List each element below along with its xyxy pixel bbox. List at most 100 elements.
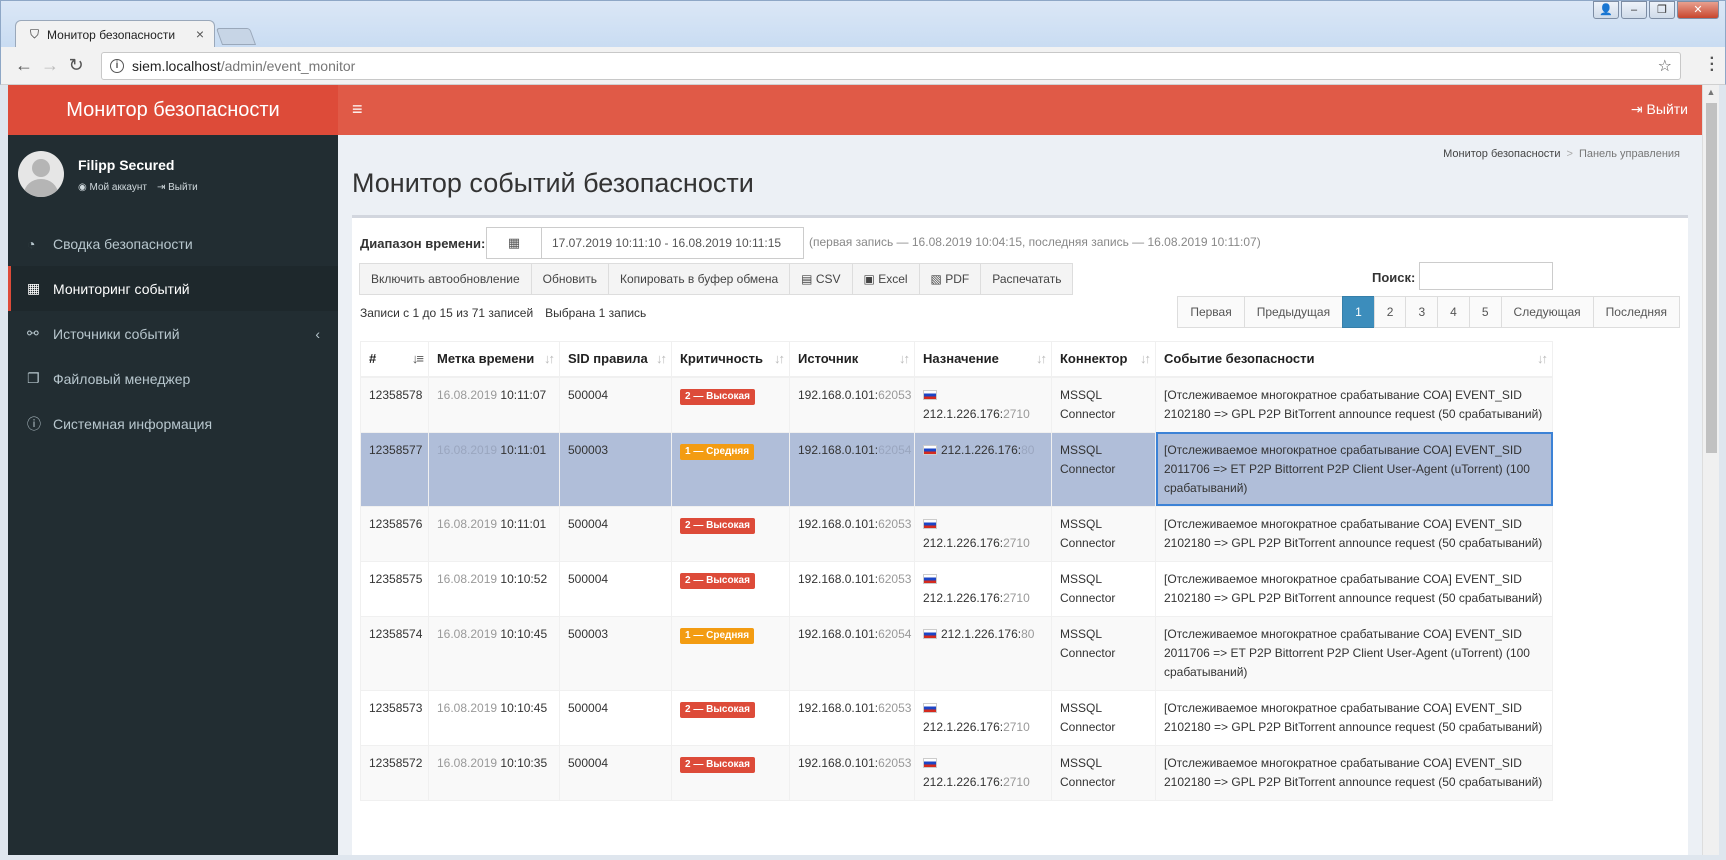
cell-id: 12358572 (360, 744, 429, 801)
records-count: Записи с 1 до 15 из 71 записей (360, 306, 534, 320)
cell-text: 12358575 (369, 571, 423, 586)
cell-text: 12358576 (369, 516, 423, 531)
browser-menu-icon[interactable]: · · · (1710, 51, 1715, 79)
copy-button[interactable]: Копировать в буфер обмена (607, 263, 791, 295)
bookmark-star-icon[interactable]: ☆ (1658, 56, 1672, 76)
sidebar-item-monitoring[interactable]: ▦ Мониторинг событий (8, 266, 338, 311)
cell-timestamp: 16.08.2019 10:11:07 (428, 376, 560, 433)
table-row[interactable]: 12358578 16.08.2019 10:11:07 500004 2 — Выс… (360, 376, 1553, 433)
sidebar-item-files[interactable]: ❐ Файловый менеджер (8, 356, 338, 401)
page-4[interactable]: 4 (1437, 296, 1470, 328)
sidebar-item-label: Системная информация (53, 415, 213, 432)
calendar-icon[interactable]: ▦ (486, 227, 542, 259)
refresh-button[interactable]: Обновить (530, 263, 609, 295)
sidebar-item-summary[interactable]: ◔ Сводка безопасности (8, 221, 338, 266)
page-last[interactable]: Последняя (1592, 296, 1680, 328)
window-controls: 👤 – ❐ ✕ (1593, 1, 1719, 19)
range-picker[interactable]: ▦ 17.07.2019 10:11:10 - 16.08.2019 10:11… (486, 227, 804, 259)
page-scrollbar[interactable]: ▲ (1702, 85, 1719, 855)
col-header-id[interactable]: # ↓≡ (360, 341, 429, 378)
col-header-sid[interactable]: SID правила ↓↑ (559, 341, 672, 378)
sidebar-item-sources[interactable]: ⚯ Источники событий ‹ (8, 311, 338, 356)
scrollbar-thumb[interactable] (1706, 103, 1717, 453)
print-button[interactable]: Распечатать (980, 263, 1074, 295)
cell-text: 192.168.0.101: (798, 516, 879, 531)
maximize-icon[interactable]: ❐ (1649, 1, 1675, 19)
forward-icon[interactable]: → (39, 55, 61, 75)
minimize-icon[interactable]: – (1621, 1, 1647, 19)
info-icon[interactable]: i (110, 59, 124, 73)
cell-connector: MSSQL Connector (1051, 431, 1156, 507)
cell-event: [Отслеживаемое многократное срабатывание… (1155, 560, 1553, 617)
page-2[interactable]: 2 (1373, 296, 1407, 328)
excel-button[interactable]: ▣ Excel (851, 263, 920, 295)
address-bar[interactable]: i siem.localhost/admin/event_monitor ☆ (101, 52, 1681, 80)
cell-destination: 212.1.226.176:2710 (914, 376, 1052, 433)
close-tab-icon[interactable]: × (196, 26, 204, 42)
cell-destination: 212.1.226.176:2710 (914, 560, 1052, 617)
table-row[interactable]: 12358576 16.08.2019 10:11:01 500004 2 — Выс… (360, 505, 1553, 562)
pdf-button[interactable]: ▧ PDF (918, 263, 982, 295)
col-header-event[interactable]: Событие безопасности ↓↑ (1155, 341, 1553, 378)
page-first[interactable]: Первая (1177, 296, 1245, 328)
cell-text: 212.1.226.176: (941, 442, 1022, 457)
table-row[interactable]: 12358572 16.08.2019 10:10:35 500004 2 — Выс… (360, 744, 1553, 801)
page-5[interactable]: 5 (1468, 296, 1502, 328)
page-1[interactable]: 1 (1342, 296, 1375, 328)
page-prev[interactable]: Предыдущая (1243, 296, 1344, 328)
cell-timestamp: 16.08.2019 10:10:52 (428, 560, 560, 617)
tab-title: Монитор безопасности (47, 27, 176, 42)
table-row[interactable]: 12358574 16.08.2019 10:10:45 500003 1 — Сре… (360, 615, 1553, 691)
sidebar-logout-link[interactable]: ⇥ Выйти (157, 182, 198, 193)
logout-button[interactable]: ⇥ Выйти (1631, 101, 1688, 118)
table-row[interactable]: 12358573 16.08.2019 10:10:45 500004 2 — Выс… (360, 689, 1553, 746)
search-input[interactable] (1419, 262, 1553, 290)
sort-icon: ↓↑ (899, 351, 910, 366)
hamburger-icon[interactable]: ≡ (352, 99, 363, 120)
cell-text: 16.08.2019 (437, 442, 498, 457)
cell-text: MSSQL Connector (1060, 387, 1116, 421)
page-next[interactable]: Следующая (1500, 296, 1594, 328)
shield-icon: ⛉ (30, 27, 40, 41)
cell-text: [Отслеживаемое многократное срабатывание… (1164, 442, 1530, 495)
url-path: /admin/event_monitor (220, 58, 356, 74)
col-header-severity[interactable]: Критичность ↓↑ (671, 341, 790, 378)
info-icon: ⓘ (27, 415, 41, 432)
cell-connector: MSSQL Connector (1051, 744, 1156, 801)
table-row[interactable]: 12358575 16.08.2019 10:10:52 500004 2 — Выс… (360, 560, 1553, 617)
table-row[interactable]: 12358577 16.08.2019 10:11:01 500003 1 — Сре… (360, 431, 1553, 507)
sidebar-item-label: Сводка безопасности (53, 235, 193, 252)
cell-id: 12358573 (360, 689, 429, 746)
cell-id: 12358577 (360, 431, 429, 507)
page-3[interactable]: 3 (1405, 296, 1439, 328)
col-header-connector[interactable]: Коннектор ↓↑ (1051, 341, 1156, 378)
user-icon[interactable]: 👤 (1593, 1, 1619, 19)
autorefresh-button[interactable]: Включить автообновление (359, 263, 532, 295)
severity-badge: 2 — Высокая (680, 701, 755, 718)
table-icon: ▦ (27, 280, 41, 296)
breadcrumb-home[interactable]: Монитор безопасности (1443, 148, 1560, 160)
app-logo[interactable]: Монитор безопасности (8, 85, 338, 135)
col-header-destination[interactable]: Назначение ↓↑ (914, 341, 1052, 378)
russia-flag-icon (923, 444, 937, 455)
excel-file-icon: ▣ (863, 272, 879, 286)
pdf-file-icon: ▧ (930, 272, 946, 286)
russia-flag-icon (923, 702, 937, 713)
sidebar-item-sysinfo[interactable]: ⓘ Системная информация (8, 401, 338, 446)
breadcrumb: Монитор безопасности > Панель управления (1443, 148, 1680, 160)
close-window-icon[interactable]: ✕ (1677, 1, 1719, 19)
range-input[interactable]: 17.07.2019 10:11:10 - 16.08.2019 10:11:1… (542, 227, 804, 259)
col-header-time[interactable]: Метка времени ↓↑ (428, 341, 560, 378)
severity-badge: 2 — Высокая (680, 517, 755, 534)
cell-text: [Отслеживаемое многократное срабатывание… (1164, 516, 1543, 550)
new-tab-button[interactable] (215, 28, 257, 45)
col-header-source[interactable]: Источник ↓↑ (789, 341, 915, 378)
csv-button[interactable]: ▤ CSV (789, 263, 853, 295)
reload-icon[interactable]: ↻ (65, 55, 87, 75)
back-icon[interactable]: ← (13, 55, 35, 75)
top-navbar: ≡ ⇥ Выйти (338, 85, 1702, 135)
browser-tab[interactable]: ⛉ Монитор безопасности × (15, 20, 215, 48)
cell-severity: 2 — Высокая (671, 744, 790, 801)
my-account-link[interactable]: ◉ Мой аккаунт (78, 182, 147, 193)
scroll-up-icon[interactable]: ▲ (1703, 85, 1719, 99)
